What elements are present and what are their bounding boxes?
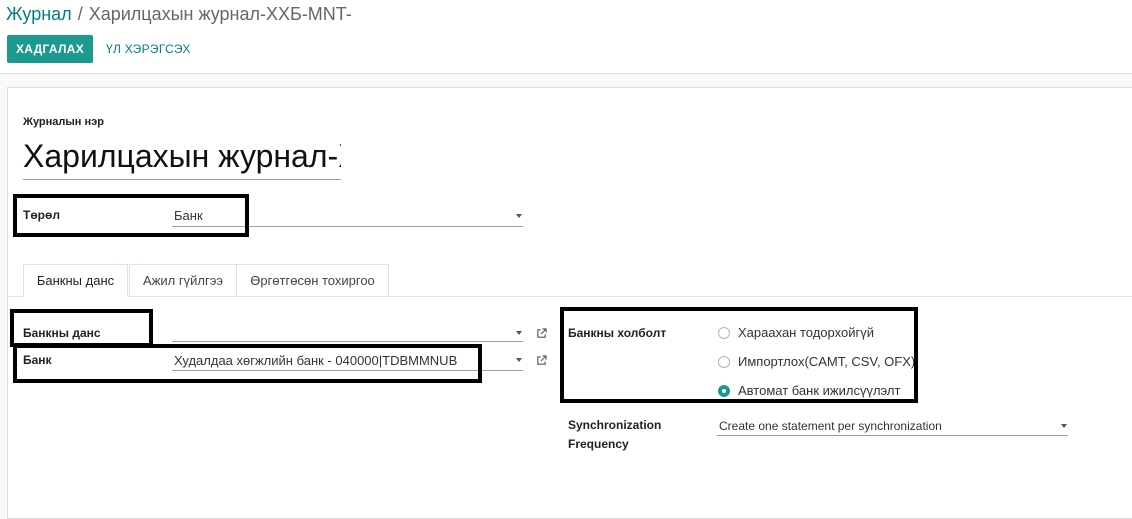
highlight-frame-bank-connection [560,307,918,403]
save-button[interactable]: ХАДГАЛАХ [7,35,93,63]
tab-transactions[interactable]: Ажил гүйлгээ [129,264,237,297]
bank-account-underline [172,341,523,342]
breadcrumb-current: Харилцахын журнал-ХХБ-MNT- [88,4,352,24]
tab-bank-account[interactable]: Банкны данс [23,264,128,297]
sync-frequency-label-line1: Synchronization [568,418,662,432]
highlight-frame-bank [13,344,482,383]
tab-advanced-settings[interactable]: Өргөтгөсөн тохиргоо [236,264,389,297]
sync-frequency-value[interactable]: Create one statement per synchronization [719,419,942,433]
external-link-icon[interactable] [536,355,547,366]
breadcrumb-parent-link[interactable]: Журнал [6,4,72,24]
highlight-frame-bank-account [10,309,153,347]
breadcrumb-separator: / [77,4,83,24]
control-panel: Журнал / Харилцахын журнал-ХХБ-MNT- ХАДГАЛ… [0,0,1132,74]
caret-down-icon[interactable] [516,331,522,335]
caret-down-icon[interactable] [516,214,522,218]
sync-frequency-underline [717,435,1068,436]
highlight-frame-type [13,194,249,237]
caret-down-icon[interactable] [516,358,522,362]
breadcrumb: Журнал / Харилцахын журнал-ХХБ-MNT- [6,3,352,25]
discard-button[interactable]: ҮЛ ХЭРЭГСЭХ [106,35,191,63]
sync-frequency-label-line2: Frequency [568,437,629,451]
journal-name-label: Журналын нэр [23,116,104,128]
external-link-icon[interactable] [536,328,547,339]
journal-name-input[interactable]: Харилцахын журнал-ХХБ-MNT- [23,133,341,180]
caret-down-icon[interactable] [1061,424,1067,428]
